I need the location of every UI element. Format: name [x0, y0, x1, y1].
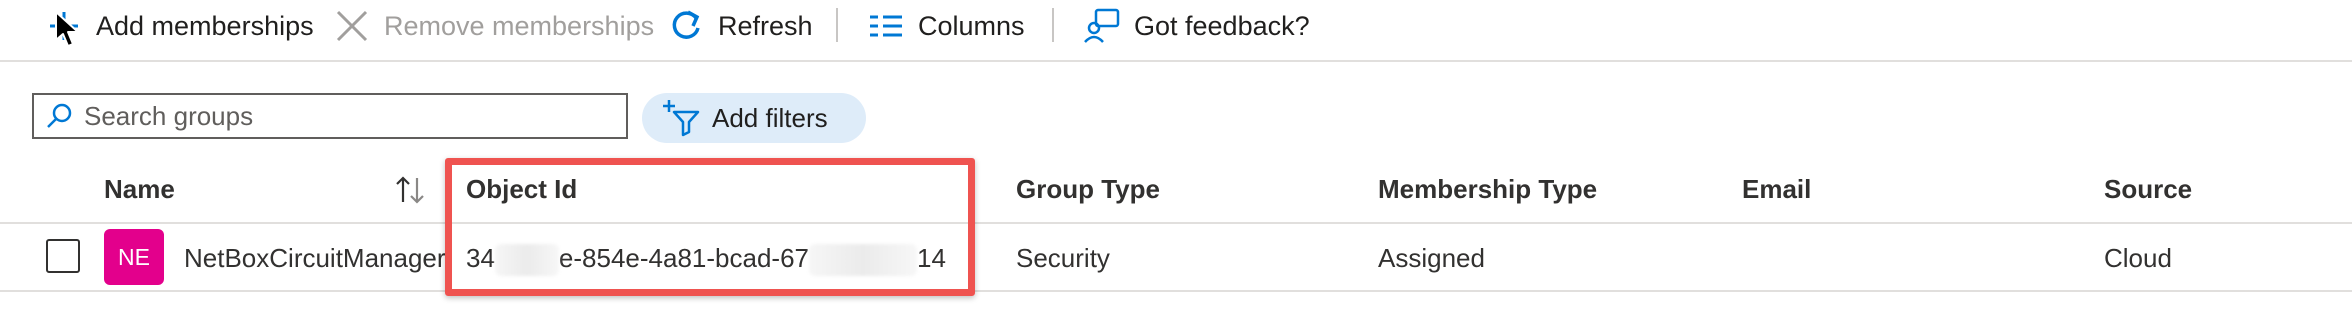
object-id-start: 34	[466, 243, 495, 273]
table-row[interactable]: NE NetBoxCircuitManager 34 e-854e-4a81-bc…	[0, 224, 2352, 292]
add-filters-button[interactable]: Add filters	[642, 93, 866, 143]
search-box[interactable]	[32, 93, 628, 139]
column-header-group-type[interactable]: Group Type	[1016, 174, 1160, 205]
toolbar-divider	[836, 8, 838, 42]
close-icon	[332, 6, 372, 46]
add-memberships-label: Add memberships	[96, 10, 314, 41]
command-bar: Add memberships Remove memberships Refre…	[0, 0, 2352, 62]
columns-icon	[866, 6, 906, 46]
add-filters-label: Add filters	[712, 102, 828, 133]
column-header-object-id[interactable]: Object Id	[466, 174, 577, 205]
filter-icon	[662, 98, 702, 138]
remove-memberships-button[interactable]: Remove memberships	[332, 0, 654, 52]
avatar: NE	[104, 229, 164, 285]
membership-type-cell: Assigned	[1378, 243, 1485, 273]
mouse-cursor-icon	[55, 11, 79, 47]
redaction	[809, 244, 917, 277]
redaction	[494, 244, 559, 277]
source-cell: Cloud	[2104, 243, 2172, 273]
object-id-middle: e-854e-4a81-bcad-67	[558, 243, 809, 273]
object-id-cell: 34 e-854e-4a81-bcad-67 14	[466, 243, 946, 277]
group-name-link[interactable]: NetBoxCircuitManager	[184, 243, 446, 274]
sort-icon[interactable]	[392, 172, 428, 208]
feedback-button[interactable]: Got feedback?	[1082, 0, 1310, 52]
add-memberships-button[interactable]: Add memberships	[44, 0, 314, 52]
search-icon	[44, 101, 74, 131]
refresh-label: Refresh	[718, 10, 813, 41]
group-type-cell: Security	[1016, 243, 1110, 273]
refresh-icon	[666, 6, 706, 46]
columns-button[interactable]: Columns	[866, 0, 1025, 52]
search-input[interactable]	[84, 100, 604, 132]
columns-label: Columns	[918, 10, 1025, 41]
feedback-icon	[1082, 6, 1122, 46]
column-header-email[interactable]: Email	[1742, 174, 1811, 205]
table-header: Name Object Id Group Type Membership Typ…	[0, 160, 2352, 224]
feedback-label: Got feedback?	[1134, 10, 1310, 41]
row-checkbox[interactable]	[46, 239, 80, 273]
toolbar-divider	[1052, 8, 1054, 42]
remove-memberships-label: Remove memberships	[384, 10, 655, 41]
object-id-end: 14	[917, 243, 946, 273]
refresh-button[interactable]: Refresh	[666, 0, 813, 52]
column-header-source[interactable]: Source	[2104, 174, 2192, 205]
column-header-membership-type[interactable]: Membership Type	[1378, 174, 1597, 205]
column-header-name[interactable]: Name	[104, 174, 175, 205]
